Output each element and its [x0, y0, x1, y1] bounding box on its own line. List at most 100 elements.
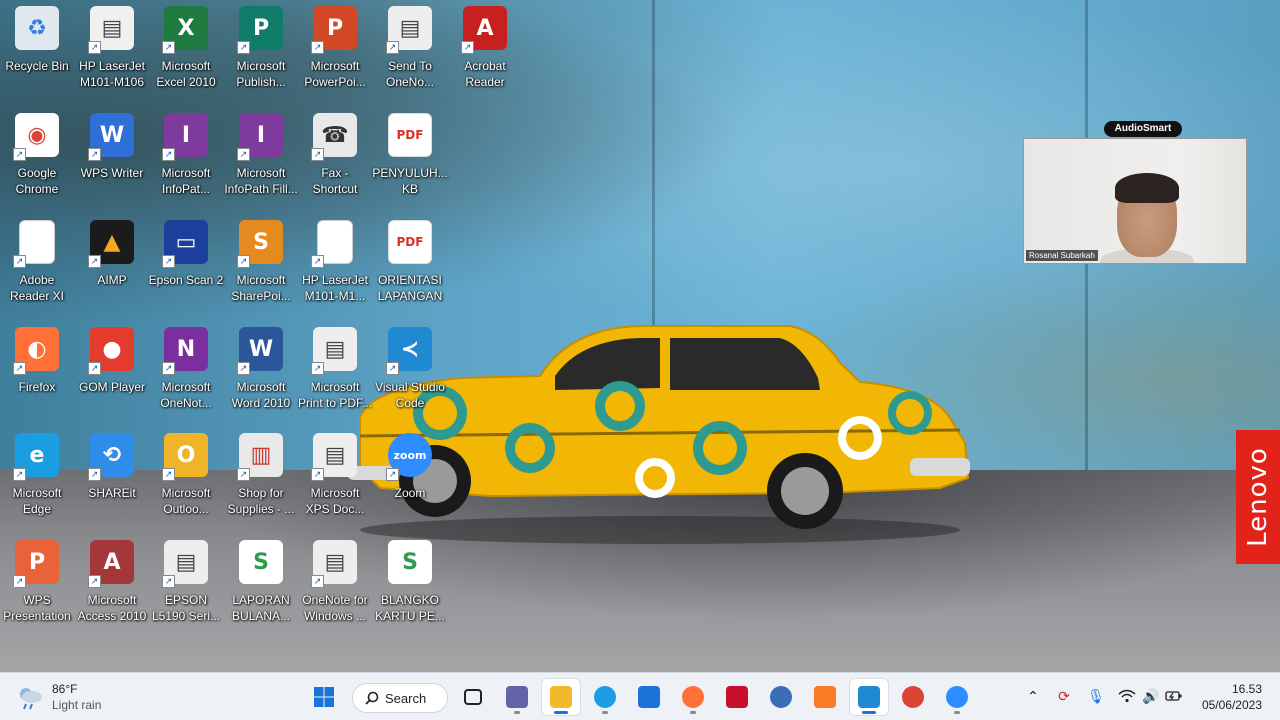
task-view-button[interactable] [454, 679, 492, 715]
acrobat-icon: A ↗ [461, 4, 509, 54]
desktop-icon[interactable]: ▲ ↗ AIMP [75, 214, 149, 314]
desktop-icon[interactable]: N ↗ Microsoft OneNot... [149, 321, 223, 421]
system-clock[interactable]: 16.53 05/06/2023 [1202, 681, 1262, 713]
teams-chat-button[interactable] [498, 679, 536, 715]
battery-icon[interactable] [1163, 685, 1185, 707]
chrome-button[interactable] [894, 679, 932, 715]
desktop-icon[interactable]: ◐ ↗ Firefox [0, 321, 74, 421]
desktop-icon-label: Acrobat Reader [464, 59, 506, 89]
cloud-rain-icon [16, 684, 44, 710]
zoom-icon [946, 686, 968, 708]
desktop-icon[interactable]: PDF PENYULUH... KB [372, 107, 448, 207]
shortcut-arrow-icon: ↗ [162, 362, 175, 375]
mcafee-button[interactable] [718, 679, 756, 715]
desktop-icon[interactable]: S LAPORAN BULANA... [224, 534, 298, 634]
scanner-icon: ▭ ↗ [162, 218, 210, 268]
zoom-button[interactable] [938, 679, 976, 715]
shortcut-arrow-icon: ↗ [13, 362, 26, 375]
desktop-icon[interactable]: ♻ Recycle Bin [0, 0, 74, 100]
participant-hair [1115, 173, 1179, 203]
chrome-icon: ◉ ↗ [13, 111, 61, 161]
desktop-icon[interactable]: ▤ ↗ EPSON L5190 Seri... [149, 534, 223, 634]
wps-writer-icon: W ↗ [88, 111, 136, 161]
mcafee-icon [726, 686, 748, 708]
desktop-icon[interactable]: P ↗ Microsoft PowerPoi... [298, 0, 372, 100]
search-icon [365, 691, 379, 705]
wifi-icon[interactable] [1116, 685, 1138, 707]
vscode-icon: ≺ ↗ [386, 325, 434, 375]
desktop-icon[interactable]: X ↗ Microsoft Excel 2010 [149, 0, 223, 100]
shortcut-arrow-icon: ↗ [13, 575, 26, 588]
firefox-icon [682, 686, 704, 708]
fax-icon: ☎ ↗ [311, 111, 359, 161]
wps-presentation-icon: P ↗ [13, 538, 61, 588]
vscode-button[interactable] [850, 679, 888, 715]
desktop-icon-label: HP LaserJet M101-M1... [302, 273, 368, 303]
shortcut-arrow-icon: ↗ [88, 41, 101, 54]
desktop-icon[interactable]: ≺ ↗ Visual Studio Code [373, 321, 447, 421]
desktop-icon[interactable]: ☎ ↗ Fax - Shortcut [298, 107, 372, 207]
spreadsheet-icon: S [386, 538, 434, 586]
desktop-icon[interactable]: ● ↗ GOM Player [75, 321, 149, 421]
desktop-icon-label: EPSON L5190 Seri... [151, 593, 221, 623]
microphone-icon[interactable]: 🎙 [1085, 685, 1107, 707]
firefox-icon: ◐ ↗ [13, 325, 61, 375]
media-button[interactable] [762, 679, 800, 715]
infopath-icon: I ↗ [237, 111, 285, 161]
desktop-icon[interactable]: ▥ ↗ Shop for Supplies - ... [224, 427, 298, 527]
desktop-icon-label: Microsoft Access 2010 [77, 593, 147, 623]
chevron-up-icon[interactable]: ⌃ [1022, 685, 1044, 707]
sync-error-icon[interactable]: ⟳ [1053, 685, 1075, 707]
running-indicator [554, 711, 568, 714]
shortcut-arrow-icon: ↗ [461, 41, 474, 54]
outlook-icon: O ↗ [162, 431, 210, 481]
desktop-icon[interactable]: W ↗ WPS Writer [75, 107, 149, 207]
desktop-icon[interactable]: A ↗ Microsoft Access 2010 [75, 534, 149, 634]
desktop-icon[interactable]: e ↗ Microsoft Edge [0, 427, 74, 527]
desktop-icon[interactable]: ▤ ↗ Microsoft XPS Doc... [298, 427, 372, 527]
desktop-icon[interactable]: O ↗ Microsoft Outloo... [149, 427, 223, 527]
firefox-button[interactable] [674, 679, 712, 715]
edge-button[interactable] [586, 679, 624, 715]
word-icon: W ↗ [237, 325, 285, 375]
desktop-icon[interactable]: ◉ ↗ Google Chrome [0, 107, 74, 207]
file-explorer-button[interactable] [542, 679, 580, 715]
desktop-icon[interactable]: PDF ORIENTASI LAPANGAN [373, 214, 447, 314]
start-button[interactable] [305, 679, 343, 715]
desktop-icon-label: Microsoft InfoPath Fill... [224, 166, 298, 196]
weather-temp: 86°F [52, 682, 78, 696]
zoom-video-thumbnail[interactable]: Rosanal Subarkah [1023, 138, 1247, 264]
folder-icon [550, 686, 572, 708]
desktop-icon-label: Google Chrome [15, 166, 59, 196]
desktop-icon[interactable]: P ↗ Microsoft Publish... [224, 0, 298, 100]
desktop-icon[interactable]: I ↗ Microsoft InfoPat... [149, 107, 223, 207]
desktop-icon[interactable]: zoom ↗ Zoom [373, 427, 447, 527]
desktop-icon[interactable]: ▤ ↗ HP LaserJet M101-M106 [75, 0, 149, 100]
volume-icon[interactable]: 🔊 [1140, 685, 1162, 707]
desktop-icon[interactable]: S BLANGKO KARTU PE... [373, 534, 447, 634]
desktop-icon-label: GOM Player [78, 380, 145, 394]
desktop-icon[interactable]: A ↗ Acrobat Reader [448, 0, 522, 100]
desktop-icon[interactable]: ▭ ↗ Epson Scan 2 [149, 214, 223, 314]
desktop-icon[interactable]: ↗ HP LaserJet M101-M1... [298, 214, 372, 314]
weather-widget[interactable]: 86°F Light rain [16, 681, 101, 713]
desktop-icon[interactable]: I ↗ Microsoft InfoPath Fill... [224, 107, 298, 207]
desktop-icon[interactable]: ▤ ↗ Send To OneNo... [373, 0, 447, 100]
xampp-button[interactable] [806, 679, 844, 715]
taskbar: 86°F Light rain Search ⌃ ⟳ 🎙 🔊 16.53 05/… [0, 672, 1280, 720]
taskbar-search-box[interactable]: Search [352, 683, 448, 713]
shortcut-arrow-icon: ↗ [237, 468, 250, 481]
desktop-icon[interactable]: W ↗ Microsoft Word 2010 [224, 321, 298, 421]
desktop-icon[interactable]: S ↗ Microsoft SharePoi... [224, 214, 298, 314]
mail-button[interactable] [630, 679, 668, 715]
desktop-icon[interactable]: ▤ ↗ Microsoft Print to PDF... [298, 321, 372, 421]
desktop-icon[interactable]: ▤ ↗ OneNote for Windows ... [298, 534, 372, 634]
running-indicator [954, 711, 960, 714]
desktop-icon[interactable]: P ↗ WPS Presentation [0, 534, 74, 634]
lenovo-wordmark: Lenovo [1243, 447, 1273, 547]
pdf-icon: PDF [386, 218, 434, 266]
desktop-icon[interactable]: ↗ Adobe Reader XI [0, 214, 74, 314]
shortcut-arrow-icon: ↗ [311, 468, 324, 481]
printer-icon: ▤ ↗ [311, 538, 359, 588]
desktop-icon[interactable]: ⟲ ↗ SHAREit [75, 427, 149, 527]
